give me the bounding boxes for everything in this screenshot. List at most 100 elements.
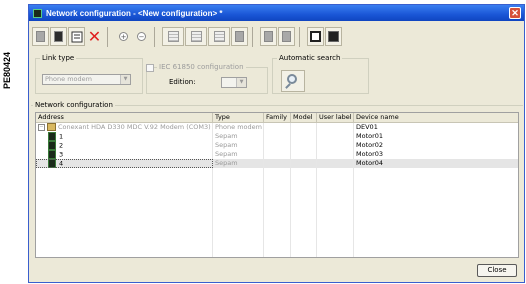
properties-icon xyxy=(71,31,82,42)
model-cell xyxy=(291,123,317,132)
device-name-cell: Motor02 xyxy=(356,141,384,149)
modem-icon xyxy=(47,123,56,131)
save-icon xyxy=(310,31,321,42)
toolbar-button-save-all[interactable] xyxy=(325,27,342,46)
toolbar-button-document[interactable] xyxy=(32,27,49,46)
column-header-family[interactable]: Family xyxy=(264,113,291,122)
toolbar-button-zoom-in[interactable]: + xyxy=(115,27,132,46)
toolbar-button-grid[interactable] xyxy=(162,27,184,46)
address-text: 3 xyxy=(59,150,64,159)
grid-add-icon xyxy=(213,31,225,42)
family-cell xyxy=(264,132,291,141)
table-empty-area xyxy=(36,168,518,257)
user-label-cell xyxy=(317,141,354,150)
edition-label: Edition: xyxy=(169,78,196,86)
magnifier-handle xyxy=(285,83,291,89)
edition-select[interactable]: ▼ xyxy=(221,77,247,88)
device-name-cell: Motor04 xyxy=(356,159,384,167)
toolbar-button-dark-document[interactable] xyxy=(50,27,67,46)
empty-column xyxy=(317,168,354,257)
toolbar-button-zoom-out[interactable]: − xyxy=(133,27,150,46)
address-text: 1 xyxy=(59,132,64,141)
family-cell xyxy=(264,123,291,132)
empty-column xyxy=(264,168,291,257)
link-type-group: Link type Phone modem ▼ xyxy=(35,54,143,94)
sepam-device-icon xyxy=(48,150,56,159)
address-cell: 3 xyxy=(36,150,213,159)
column-header-address[interactable]: Address xyxy=(36,113,213,122)
link-type-select[interactable]: Phone modem ▼ xyxy=(42,74,131,85)
link-type-value: Phone modem xyxy=(45,75,92,83)
column-header-type[interactable]: Type xyxy=(213,113,264,122)
grid-icon xyxy=(167,31,179,42)
empty-column xyxy=(36,168,213,257)
table-row[interactable]: 3 Sepam Motor03 xyxy=(36,150,518,159)
type-cell: Phone modem xyxy=(213,123,264,132)
network-configuration-table: Address Type Family Model User label Dev… xyxy=(35,112,519,258)
iec-61850-checkbox[interactable] xyxy=(146,64,154,72)
model-cell xyxy=(291,159,317,168)
table-row[interactable]: 1 Sepam Motor01 xyxy=(36,132,518,141)
device-down-icon xyxy=(264,31,273,42)
network-configuration-window: Network configuration - <New configurati… xyxy=(28,4,525,283)
dark-document-icon xyxy=(54,31,63,42)
toolbar-button-grid-add[interactable] xyxy=(208,27,230,46)
toolbar-button-grid-multi[interactable] xyxy=(185,27,207,46)
address-text: 2 xyxy=(59,141,64,150)
link-type-label: Link type xyxy=(40,54,77,62)
title-bar: Network configuration - <New configurati… xyxy=(29,5,524,21)
address-text: Conexant HDA D330 MDC V.92 Modem (COM3) xyxy=(58,123,211,131)
model-cell xyxy=(291,141,317,150)
toolbar-button-device-down[interactable] xyxy=(260,27,277,46)
automatic-search-label: Automatic search xyxy=(277,54,343,62)
table-row-selected[interactable]: 4 Sepam Motor04 xyxy=(36,159,518,168)
automatic-search-button[interactable] xyxy=(281,70,305,92)
toolbar-button-properties[interactable] xyxy=(68,27,85,46)
toolbar-separator xyxy=(299,26,305,47)
empty-column xyxy=(213,168,264,257)
user-label-cell xyxy=(317,132,354,141)
toolbar: ✕ + − xyxy=(32,24,343,49)
model-cell xyxy=(291,132,317,141)
family-cell xyxy=(264,141,291,150)
chevron-down-icon: ▼ xyxy=(120,75,130,84)
app-icon xyxy=(33,8,42,18)
column-header-model[interactable]: Model xyxy=(291,113,317,122)
type-cell: Sepam xyxy=(213,141,264,150)
toolbar-button-save[interactable] xyxy=(307,27,324,46)
device-up-icon xyxy=(282,31,291,42)
device-icon xyxy=(235,31,244,42)
user-label-cell xyxy=(317,159,354,168)
delete-icon: ✕ xyxy=(87,26,102,46)
iec-61850-label: IEC 61850 configuration xyxy=(157,63,246,71)
table-header: Address Type Family Model User label Dev… xyxy=(36,113,518,123)
table-row[interactable]: − Conexant HDA D330 MDC V.92 Modem (COM3)… xyxy=(36,123,518,132)
address-text: 4 xyxy=(59,159,64,168)
save-all-icon xyxy=(328,31,339,42)
figure-reference-label: PE80424 xyxy=(2,51,12,89)
address-cell[interactable]: 4 xyxy=(36,159,213,168)
toolbar-button-device-up[interactable] xyxy=(278,27,295,46)
column-header-device-name[interactable]: Device name xyxy=(354,113,518,122)
zoom-in-icon: + xyxy=(119,32,128,41)
toolbar-button-delete[interactable]: ✕ xyxy=(86,27,103,46)
window-title: Network configuration - <New configurati… xyxy=(46,8,223,18)
collapse-icon[interactable]: − xyxy=(38,123,45,131)
family-cell xyxy=(264,159,291,168)
device-name-cell: DEV01 xyxy=(356,123,378,131)
automatic-search-group: Automatic search xyxy=(272,54,369,94)
toolbar-button-device[interactable] xyxy=(231,27,248,46)
column-header-user-label[interactable]: User label xyxy=(317,113,354,122)
table-row[interactable]: 2 Sepam Motor02 xyxy=(36,141,518,150)
chevron-down-icon: ▼ xyxy=(236,78,246,87)
sepam-device-icon xyxy=(48,141,56,150)
network-configuration-label: Network configuration xyxy=(33,101,115,109)
grid-multi-icon xyxy=(190,31,202,42)
sepam-device-icon xyxy=(48,132,56,141)
device-name-cell: Motor01 xyxy=(356,132,384,140)
device-name-cell: Motor03 xyxy=(356,150,384,158)
empty-column xyxy=(291,168,317,257)
family-cell xyxy=(264,150,291,159)
close-button[interactable]: Close xyxy=(477,264,517,277)
window-close-icon[interactable]: ✕ xyxy=(509,7,521,19)
